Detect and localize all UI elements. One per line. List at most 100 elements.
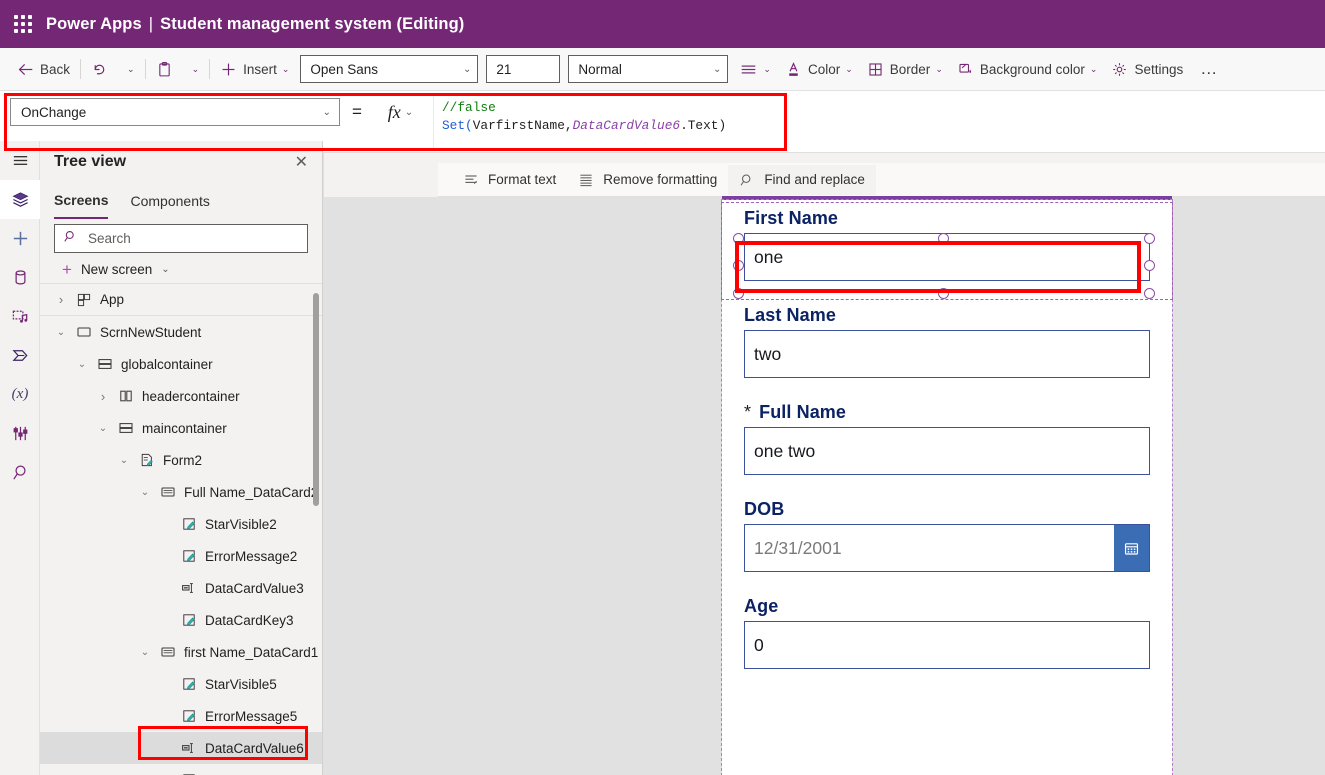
- resize-handle-top-left[interactable]: [732, 232, 744, 244]
- border-button[interactable]: Border ⌄: [860, 54, 950, 84]
- calendar-icon[interactable]: [1114, 525, 1149, 571]
- resize-handle-top-center[interactable]: [938, 232, 949, 244]
- color-button[interactable]: Color ⌄: [778, 54, 860, 84]
- tree-node-full-name-datacard2[interactable]: ⌄ Full Name_DataCard2: [40, 476, 322, 508]
- media-icon[interactable]: [0, 297, 40, 336]
- undo-button[interactable]: [84, 54, 115, 84]
- textinput-icon: [177, 580, 201, 596]
- property-value: OnChange: [21, 104, 87, 120]
- chevron-right-icon[interactable]: ›: [92, 389, 114, 404]
- chevron-right-icon[interactable]: ›: [50, 292, 72, 307]
- tree-node-scrnnewstudent[interactable]: ⌄ ScrnNewStudent: [40, 316, 322, 348]
- formula-variable: VarfirstName,: [472, 118, 573, 133]
- paste-button[interactable]: [149, 54, 180, 84]
- tree-node-errormessage2[interactable]: ErrorMessage2: [40, 540, 322, 572]
- variables-x-icon[interactable]: (x): [0, 375, 40, 414]
- format-text-bar: Format text Remove formatting Find and r…: [438, 163, 1325, 197]
- insert-button[interactable]: Insert ⌄: [213, 54, 296, 84]
- settings-button[interactable]: Settings: [1104, 54, 1190, 84]
- resize-handle-middle-right[interactable]: [1144, 260, 1155, 271]
- tree-node-datacardvalue3[interactable]: DataCardValue3: [40, 572, 322, 604]
- font-weight-select[interactable]: Normal ⌄: [568, 55, 729, 83]
- field-input-full-name[interactable]: one two: [744, 427, 1150, 475]
- datacard-full-name[interactable]: * Full Name one two: [722, 402, 1172, 475]
- tab-components[interactable]: Components: [130, 183, 209, 219]
- field-input-last-name[interactable]: two: [744, 330, 1150, 378]
- font-weight-value: Normal: [578, 61, 622, 77]
- chevron-down-icon[interactable]: ⌄: [50, 327, 72, 338]
- resize-handle-bottom-left[interactable]: [732, 288, 744, 299]
- new-screen-button[interactable]: + New screen ⌄: [40, 257, 322, 283]
- tree-view-panel: Tree view ✕ Screens Components + New scr…: [40, 141, 323, 775]
- search-box[interactable]: [54, 224, 308, 253]
- search-input[interactable]: [86, 230, 299, 247]
- tree-node-datacardvalue6[interactable]: DataCardValue6: [40, 732, 322, 764]
- field-input-dob[interactable]: 12/31/2001: [744, 524, 1150, 572]
- resize-handle-top-right[interactable]: [1144, 232, 1155, 244]
- resize-handle-middle-left[interactable]: [732, 260, 744, 271]
- chevron-down-icon[interactable]: ⌄: [134, 647, 156, 658]
- field-value-full-name: one two: [754, 440, 816, 461]
- screen-icon: [72, 324, 96, 340]
- datacard-age[interactable]: Age 0: [722, 596, 1172, 669]
- tree-node-errormessage5[interactable]: ErrorMessage5: [40, 700, 322, 732]
- property-select[interactable]: OnChange ⌄: [10, 98, 340, 126]
- paste-dropdown[interactable]: ⌄: [180, 54, 207, 84]
- data-cylinder-icon[interactable]: [0, 258, 40, 297]
- form-icon: [135, 452, 159, 468]
- tree-node-maincontainer[interactable]: ⌄ maincontainer: [40, 412, 322, 444]
- advanced-tools-icon[interactable]: [0, 414, 40, 453]
- chevron-down-icon: ⌄: [322, 106, 331, 118]
- format-text-button[interactable]: Format text: [452, 165, 567, 195]
- tree-node-starvisible2[interactable]: StarVisible2: [40, 508, 322, 540]
- datacard-last-name[interactable]: Last Name two: [722, 305, 1172, 378]
- app-name: Power Apps: [46, 14, 142, 33]
- resize-handle-bottom-right[interactable]: [1144, 288, 1155, 299]
- background-color-button[interactable]: Background color ⌄: [950, 54, 1105, 84]
- align-button[interactable]: ⌄: [732, 54, 778, 84]
- tree-node-app[interactable]: › App: [40, 284, 322, 316]
- undo-dropdown[interactable]: ⌄: [115, 54, 142, 84]
- insert-plus-icon[interactable]: [0, 219, 40, 258]
- tree-node-headercontainer[interactable]: › headercontainer: [40, 380, 322, 412]
- plus-icon: [220, 61, 237, 78]
- resize-handle-bottom-center[interactable]: [938, 288, 949, 299]
- chevron-down-icon[interactable]: ⌄: [92, 423, 114, 434]
- remove-formatting-button[interactable]: Remove formatting: [567, 165, 728, 195]
- tree-node-datacardkey3[interactable]: DataCardKey3: [40, 604, 322, 636]
- hamburger-menu-icon[interactable]: [0, 141, 40, 180]
- chevron-down-icon[interactable]: ⌄: [113, 455, 135, 466]
- find-and-replace-button[interactable]: Find and replace: [728, 164, 876, 195]
- datacard-dob[interactable]: DOB 12/31/2001: [722, 499, 1172, 572]
- tree-node-label: ScrnNewStudent: [100, 324, 202, 340]
- fx-button[interactable]: fx ⌄: [374, 98, 427, 126]
- waffle-grid-icon[interactable]: [0, 0, 46, 48]
- overflow-menu-button[interactable]: …: [1190, 59, 1228, 79]
- back-button[interactable]: Back: [10, 54, 77, 84]
- close-icon[interactable]: ✕: [291, 150, 312, 174]
- tree-node-form2[interactable]: ⌄ Form2: [40, 444, 322, 476]
- tree-node-datacardkey7[interactable]: DataCardKey7: [40, 764, 322, 775]
- formula-input[interactable]: //false Set(VarfirstName,DataCardValue6.…: [433, 94, 1325, 150]
- font-family-value: Open Sans: [310, 61, 378, 77]
- document-title: Student management system (Editing): [160, 14, 465, 33]
- tree-view-layers-icon[interactable]: [0, 180, 40, 219]
- tree-node-globalcontainer[interactable]: ⌄ globalcontainer: [40, 348, 322, 380]
- font-size-select[interactable]: 21: [486, 55, 561, 83]
- tab-screens[interactable]: Screens: [54, 183, 109, 219]
- tree-node-starvisible5[interactable]: StarVisible5: [40, 668, 322, 700]
- search-icon[interactable]: [0, 453, 40, 492]
- chevron-down-icon: ⌄: [127, 63, 135, 74]
- tree-scrollbar-thumb[interactable]: [313, 293, 319, 506]
- font-family-select[interactable]: Open Sans ⌄: [300, 55, 479, 83]
- tree-node-label: DataCardValue3: [205, 580, 304, 596]
- chevron-down-icon[interactable]: ⌄: [134, 487, 156, 498]
- field-value-dob: 12/31/2001: [754, 537, 842, 558]
- app-icon: [72, 292, 96, 308]
- field-input-age[interactable]: 0: [744, 621, 1150, 669]
- chevron-down-icon: ⌄: [191, 63, 200, 74]
- chevron-down-icon[interactable]: ⌄: [71, 359, 93, 370]
- tree-node-first-name-datacard1[interactable]: ⌄ first Name_DataCard1: [40, 636, 322, 668]
- tree-node-list[interactable]: › App ⌄ ScrnNewStudent ⌄ globalcontainer › head…: [40, 283, 322, 775]
- power-automate-flow-icon[interactable]: [0, 336, 40, 375]
